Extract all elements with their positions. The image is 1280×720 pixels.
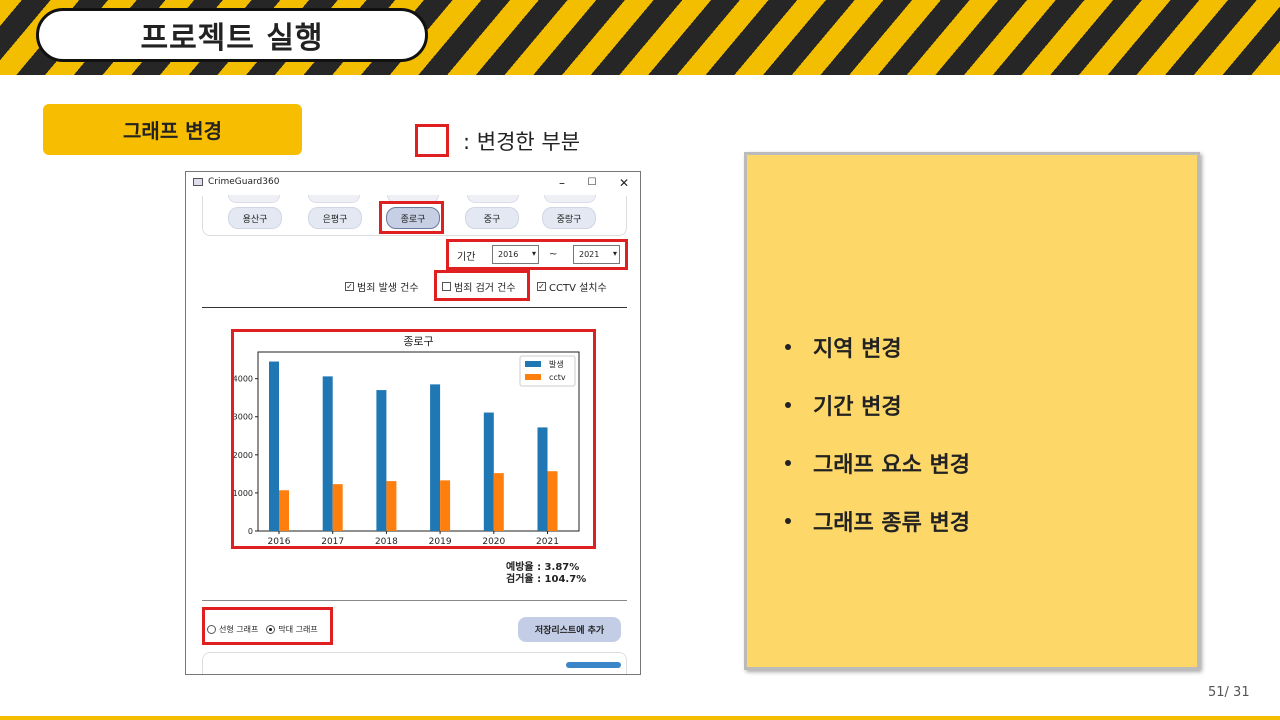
district-button-jung[interactable]: 중구	[465, 207, 519, 229]
arrest-rate: 검거율 : 104.7%	[506, 574, 587, 585]
highlight-period	[446, 239, 628, 270]
summary-note: 지역 변경 기간 변경 그래프 요소 변경 그래프 종류 변경	[744, 152, 1200, 670]
maximize-icon[interactable]: ☐	[577, 174, 607, 192]
app-icon	[193, 178, 203, 186]
district-button-eunpyeong[interactable]: 은평구	[308, 207, 362, 229]
page-title: 프로젝트 실행	[140, 21, 324, 56]
legend-label: : 변경한 부분	[463, 130, 581, 154]
add-to-save-list-button[interactable]: 저장리스트에 추가	[518, 617, 621, 642]
bullet-icon	[785, 402, 791, 408]
highlight-graph-type	[202, 607, 333, 645]
summary-item: 그래프 종류 변경	[785, 492, 970, 550]
checkbox-label: CCTV 설치수	[549, 283, 607, 294]
district-button-hidden	[467, 195, 519, 203]
divider	[202, 307, 627, 308]
checkbox-checked-icon[interactable]: ✓	[345, 282, 354, 291]
footer-line	[0, 716, 1280, 720]
checkbox-checked-icon[interactable]: ✓	[537, 282, 546, 291]
stats-block: 예방율 : 3.87% 검거율 : 104.7%	[506, 562, 586, 586]
district-button-hidden	[228, 195, 280, 203]
summary-item-label: 그래프 요소 변경	[813, 453, 970, 478]
close-icon[interactable]: ✕	[609, 174, 639, 192]
window-title: CrimeGuard360	[208, 177, 280, 187]
checkbox-label: 범죄 발생 건수	[357, 283, 419, 294]
window-titlebar: CrimeGuard360 – ☐ ✕	[186, 172, 640, 194]
checkbox-cctv[interactable]: ✓ CCTV 설치수	[537, 279, 607, 294]
summary-item-label: 지역 변경	[813, 337, 902, 362]
slide: 프로젝트 실행 그래프 변경 : 변경한 부분 CrimeGuard360 – …	[0, 0, 1280, 720]
district-button-hidden	[544, 195, 596, 203]
summary-item: 기간 변경	[785, 376, 970, 434]
bullet-icon	[785, 518, 791, 524]
prevention-rate: 예방율 : 3.87%	[506, 562, 580, 573]
bullet-icon	[785, 344, 791, 350]
highlight-chart	[231, 329, 596, 549]
summary-item: 지역 변경	[785, 318, 970, 376]
district-button-yongsan[interactable]: 용산구	[228, 207, 282, 229]
summary-item-label: 그래프 종류 변경	[813, 511, 970, 536]
page-number: 51/ 31	[1208, 685, 1250, 700]
district-button-hidden	[308, 195, 360, 203]
summary-list: 지역 변경 기간 변경 그래프 요소 변경 그래프 종류 변경	[785, 318, 970, 550]
bullet-icon	[785, 460, 791, 466]
checkbox-crime-occurrence[interactable]: ✓ 범죄 발생 건수	[345, 279, 419, 294]
highlight-district	[379, 201, 444, 234]
saved-list-panel	[202, 652, 627, 674]
saved-list-tab[interactable]	[566, 662, 621, 668]
title-pill: 프로젝트 실행	[36, 8, 428, 62]
section-badge: 그래프 변경	[43, 104, 302, 155]
highlight-checkbox	[434, 270, 530, 301]
legend-highlight-box	[415, 124, 449, 157]
minimize-icon[interactable]: –	[547, 174, 577, 192]
divider	[202, 600, 627, 601]
summary-item: 그래프 요소 변경	[785, 434, 970, 492]
summary-item-label: 기간 변경	[813, 395, 902, 420]
district-button-jungnang[interactable]: 중랑구	[542, 207, 596, 229]
